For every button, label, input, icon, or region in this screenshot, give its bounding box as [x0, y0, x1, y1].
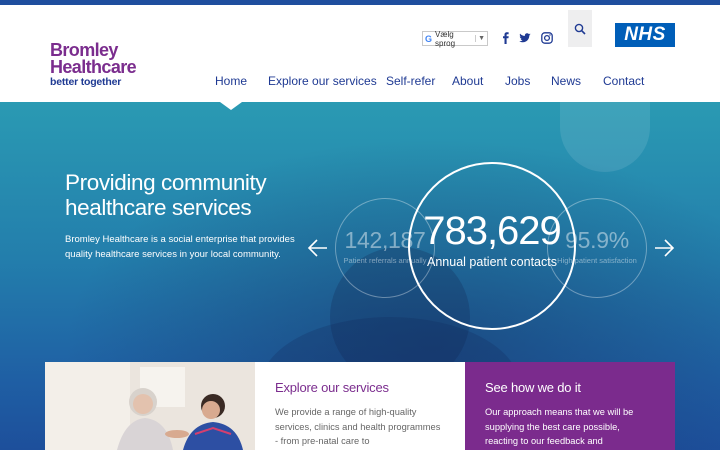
bromley-healthcare-logo[interactable]: Bromley Healthcare better together [50, 41, 160, 89]
google-icon: G [425, 33, 433, 44]
nav-news[interactable]: News [551, 74, 581, 88]
nav-jobs[interactable]: Jobs [505, 74, 530, 88]
twitter-icon[interactable] [518, 31, 532, 45]
language-select-label: Vælg sprog [435, 29, 456, 48]
card-body: We provide a range of high-quality servi… [275, 407, 441, 446]
logo-tagline: better together [50, 76, 122, 88]
hero-description: Bromley Healthcare is a social enterpris… [65, 234, 295, 260]
hero-title: Providing community healthcare services [65, 170, 325, 220]
stat-annual-contacts: 783,629 Annual patient contacts [408, 162, 576, 330]
card-see-how[interactable]: See how we do it Our approach means that… [465, 362, 675, 450]
nav-self-refer[interactable]: Self-refer [386, 74, 435, 88]
nav-explore-services[interactable]: Explore our services [268, 74, 377, 88]
search-icon [574, 23, 586, 35]
carousel-prev-button[interactable] [307, 237, 329, 259]
facebook-icon[interactable] [499, 31, 513, 45]
carousel-next-button[interactable] [653, 237, 675, 259]
nhs-logo: NHS [615, 23, 675, 47]
nav-contact[interactable]: Contact [603, 74, 644, 88]
nav-home[interactable]: Home [215, 74, 247, 88]
search-button[interactable] [568, 10, 592, 47]
instagram-icon[interactable] [540, 31, 554, 45]
card-photo-care [45, 362, 255, 450]
card-title: See how we do it [485, 380, 581, 395]
hero-title-line-2: healthcare services [65, 195, 252, 220]
stat-value: 783,629 [423, 209, 562, 253]
language-select[interactable]: G Vælg sprog ▼ [422, 29, 488, 48]
logo-line-2: Healthcare [50, 57, 137, 77]
card-title: Explore our services [275, 380, 389, 395]
arrow-left-icon [307, 239, 327, 257]
card-body: Our approach means that we will be suppl… [485, 407, 634, 446]
hero-title-line-1: Providing community [65, 170, 267, 195]
stat-label: Annual patient contacts [427, 255, 557, 269]
arrow-right-icon [655, 239, 675, 257]
carer-with-patient-photo [45, 362, 255, 450]
card-explore-services[interactable]: Explore our services We provide a range … [255, 362, 465, 450]
active-nav-indicator [220, 102, 242, 110]
nav-about[interactable]: About [452, 74, 483, 88]
dropdown-arrow-icon: ▼ [475, 35, 485, 42]
